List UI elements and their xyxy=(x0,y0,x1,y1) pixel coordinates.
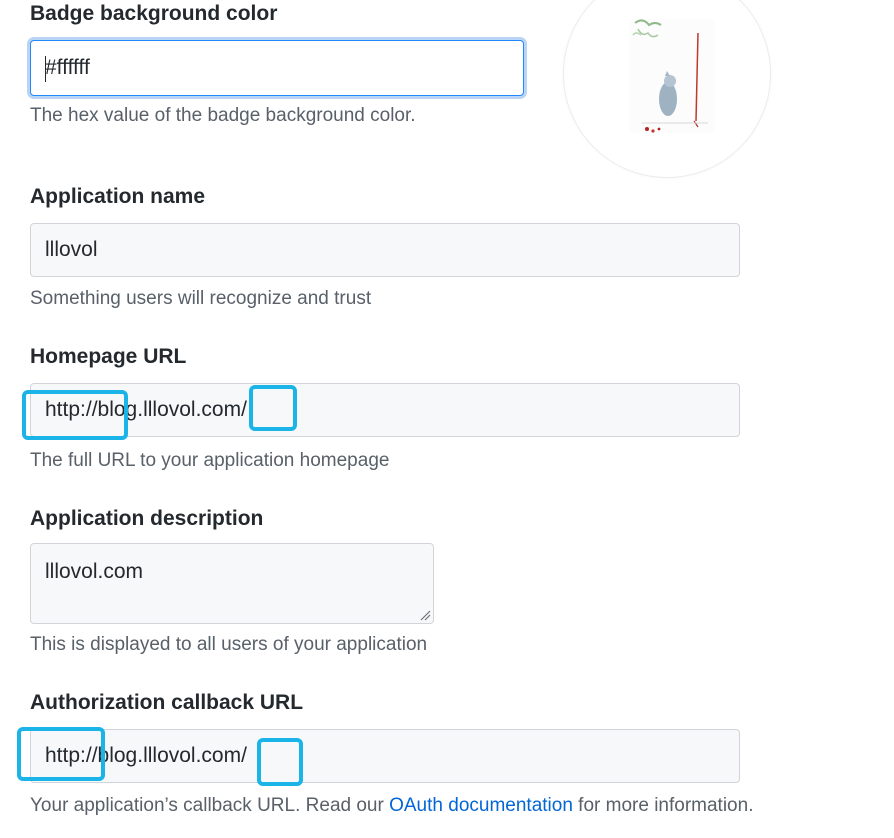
highlight-box-homepage-slash xyxy=(249,385,297,431)
app-description-help: This is displayed to all users of your a… xyxy=(30,634,428,655)
badge-image xyxy=(630,19,714,133)
app-description-label: Application description xyxy=(30,507,264,530)
homepage-url-input[interactable]: http://blog.lllovol.com/ xyxy=(30,383,740,437)
callback-help-text-before: Your application’s callback URL. Read ou… xyxy=(30,795,390,816)
badge-color-label: Badge background color xyxy=(30,2,278,25)
callback-help-text-after: for more information. xyxy=(572,795,754,816)
homepage-url-label: Homepage URL xyxy=(30,345,187,368)
badge-preview-circle xyxy=(563,0,771,178)
callback-url-help: Your application’s callback URL. Read ou… xyxy=(30,795,753,817)
app-name-help: Something users will recognize and trust xyxy=(30,288,372,309)
callback-url-input[interactable]: http://blog.lllovol.com/ xyxy=(30,729,740,783)
highlight-box-callback-slash xyxy=(257,738,303,786)
app-description-textarea[interactable]: lllovol.com xyxy=(30,543,434,624)
oauth-app-settings-form: Badge background color #ffffff The hex v… xyxy=(0,0,894,838)
badge-color-value: #ffffff xyxy=(45,56,90,79)
callback-url-label: Authorization callback URL xyxy=(30,691,304,714)
app-name-value: lllovol xyxy=(45,238,98,261)
homepage-url-help: The full URL to your application homepag… xyxy=(30,450,390,471)
resize-grip-icon[interactable] xyxy=(419,609,431,621)
app-name-input[interactable]: lllovol xyxy=(30,223,740,277)
badge-color-help: The hex value of the badge background co… xyxy=(30,105,416,126)
oauth-documentation-link[interactable]: OAuth documentation xyxy=(389,795,573,816)
app-name-label: Application name xyxy=(30,185,206,208)
app-description-value: lllovol.com xyxy=(45,560,144,583)
highlight-box-callback-scheme xyxy=(17,727,105,781)
badge-color-input[interactable]: #ffffff xyxy=(30,40,524,96)
highlight-box-homepage-scheme xyxy=(22,390,128,440)
